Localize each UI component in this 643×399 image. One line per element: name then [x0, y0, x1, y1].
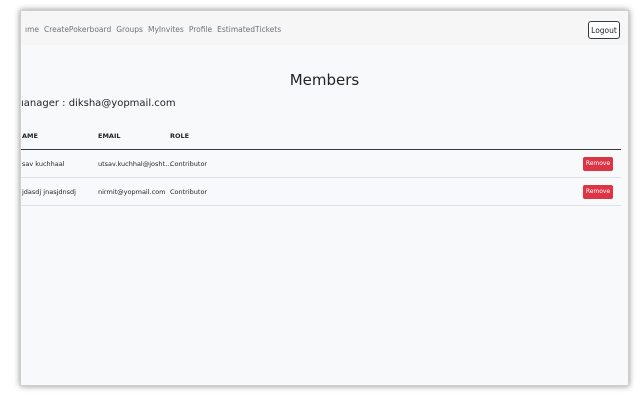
- nav-link-profile[interactable]: Profile: [189, 25, 212, 34]
- nav-link-home[interactable]: ıme: [25, 25, 39, 34]
- app-window: ıme CreatePokerboard Groups MyInvites Pr…: [20, 10, 629, 386]
- member-name: sav kuchhaal: [22, 159, 65, 168]
- member-role: Contributor: [170, 159, 208, 168]
- table-row: jdasdj jnasjdnsdj nirmit@yopmail.com Con…: [21, 178, 621, 206]
- member-name: jdasdj jnasjdnsdj: [22, 187, 76, 196]
- nav-links: ıme CreatePokerboard Groups MyInvites Pr…: [25, 25, 281, 34]
- nav-link-groups[interactable]: Groups: [116, 25, 143, 34]
- member-email: utsav.kuchhal@josht...: [98, 159, 172, 168]
- nav-link-createpokerboard[interactable]: CreatePokerboard: [44, 25, 111, 34]
- logout-button[interactable]: Logout: [588, 21, 620, 39]
- remove-button[interactable]: Remove: [583, 156, 613, 171]
- member-email: nirmit@yopmail.com: [98, 187, 166, 196]
- table-row: sav kuchhaal utsav.kuchhal@josht... Cont…: [21, 150, 621, 178]
- nav-link-estimatedtickets[interactable]: EstimatedTickets: [217, 25, 281, 34]
- members-table: AME EMAIL ROLE sav kuchhaal utsav.kuchha…: [21, 123, 621, 206]
- page-title: Members: [289, 71, 360, 89]
- manager-label: ıanager : diksha@yopmail.com: [21, 98, 176, 109]
- nav-link-myinvites[interactable]: MyInvites: [148, 25, 184, 34]
- table-header-row: AME EMAIL ROLE: [21, 123, 621, 150]
- column-header-name: AME: [22, 132, 38, 140]
- member-role: Contributor: [170, 187, 208, 196]
- remove-button[interactable]: Remove: [583, 184, 613, 199]
- column-header-role: ROLE: [170, 132, 190, 140]
- column-header-email: EMAIL: [98, 132, 121, 140]
- navbar: ıme CreatePokerboard Groups MyInvites Pr…: [21, 11, 628, 45]
